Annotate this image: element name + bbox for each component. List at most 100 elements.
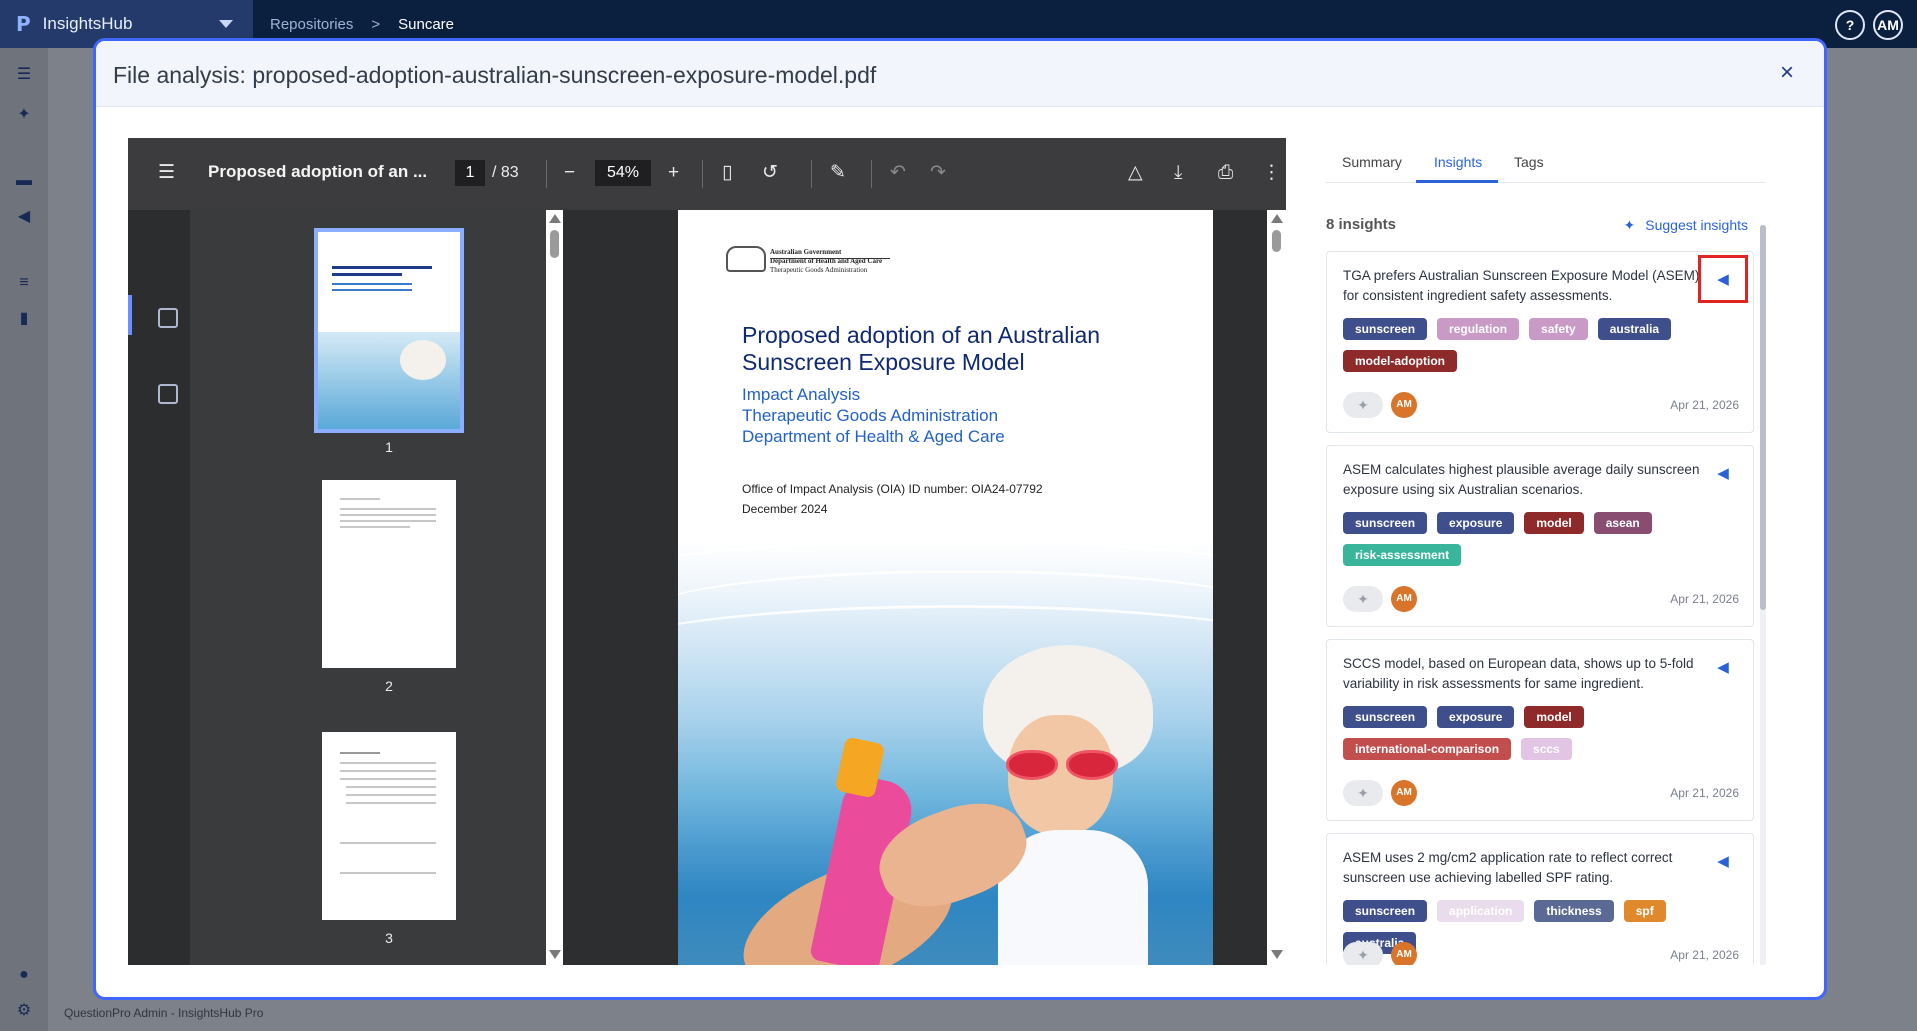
breadcrumb-current: Suncare [398,16,455,33]
undo-icon[interactable]: ↶ [890,162,906,184]
more-options-icon[interactable]: ⋮ [1262,162,1281,184]
zoom-level-input[interactable]: 54% [595,160,651,186]
thumbnail-page-3[interactable] [322,732,456,920]
account-icon[interactable]: ● [14,966,34,984]
tag[interactable]: sunscreen [1343,318,1428,340]
subtitle-2: Therapeutic Goods Administration [742,406,999,425]
thumbnail-scrollbar[interactable] [546,210,563,965]
author-avatar: AM [1391,586,1417,612]
zoom-out-icon[interactable]: − [564,162,575,184]
page-scrollbar[interactable] [1267,210,1286,965]
tag[interactable]: model-adoption [1343,350,1457,372]
gov-line-1: Australian Government [770,248,842,256]
folder-icon[interactable]: ▬ [14,172,34,190]
add-to-drive-icon[interactable]: △ [1128,162,1143,184]
page-number-input[interactable]: 1 [455,160,485,186]
tag[interactable]: sunscreen [1343,512,1428,534]
author-avatar: AM [1391,780,1417,806]
pdf-page-view: Australian Government Department of Heal… [563,210,1267,965]
tag[interactable]: australia [1597,318,1672,340]
print-icon[interactable]: ⎙ [1218,162,1233,184]
tag[interactable]: exposure [1437,706,1515,728]
document-subtitles: Impact Analysis Therapeutic Goods Admini… [742,384,1162,447]
oia-id: Office of Impact Analysis (OIA) ID numbe… [742,482,1043,496]
download-icon[interactable]: ⤓ [1174,162,1182,184]
ai-sparkle-icon[interactable]: ✦ [1343,780,1383,806]
tag[interactable]: sunscreen [1343,900,1428,922]
thumbnail-label-3: 3 [385,930,393,946]
breadcrumb-repositories[interactable]: Repositories [270,16,353,33]
bar-chart-icon[interactable]: ▮ [14,310,34,328]
tag[interactable]: spf [1623,900,1666,922]
tag[interactable]: thickness [1534,900,1614,922]
insight-tags: sunscreen exposure model international-c… [1343,706,1743,760]
tag[interactable]: safety [1529,318,1588,340]
thumbnail-label-1: 1 [385,439,393,455]
thumbnail-label-2: 2 [385,678,393,694]
page-total: / 83 [492,164,519,181]
megaphone-icon[interactable]: ◀ [1713,658,1733,676]
user-avatar[interactable]: AM [1873,10,1903,40]
tag[interactable]: application [1437,900,1525,922]
gov-header: Australian Government Department of Heal… [770,248,882,275]
sparkle-icon[interactable]: ✦ [14,106,34,124]
insight-date: Apr 21, 2026 [1670,948,1739,962]
tab-insights[interactable]: Insights [1434,154,1482,170]
insight-text: ASEM calculates highest plausible averag… [1343,462,1700,497]
help-icon[interactable]: ? [1835,10,1865,40]
tag[interactable]: sunscreen [1343,706,1428,728]
suggest-insights-label: Suggest insights [1645,217,1748,233]
pdf-page-1: Australian Government Department of Heal… [678,210,1213,965]
ai-sparkle-icon[interactable]: ✦ [1343,392,1383,418]
draw-annotation-icon[interactable]: ✎ [830,162,846,184]
thumbnail-page-1[interactable] [314,228,464,433]
settings-gear-icon[interactable]: ⚙ [14,1002,34,1020]
insight-card[interactable]: SCCS model, based on European data, show… [1326,639,1754,821]
modal-header: File analysis: proposed-adoption-austral… [96,41,1824,107]
insight-card[interactable]: ASEM uses 2 mg/cm2 application rate to r… [1326,833,1754,965]
footer-text: QuestionPro Admin - InsightsHub Pro [64,1006,264,1020]
tag[interactable]: model [1524,706,1584,728]
tag[interactable]: international-comparison [1343,738,1512,760]
tab-tags[interactable]: Tags [1514,154,1544,170]
insights-scrollbar[interactable] [1760,225,1766,965]
menu-icon[interactable]: ☰ [14,66,34,84]
megaphone-icon[interactable]: ◀ [1698,255,1748,303]
ai-sparkle-icon[interactable]: ✦ [1343,586,1383,612]
rotate-icon[interactable]: ↺ [762,162,778,184]
list-icon[interactable]: ≡ [14,274,34,292]
thumbnail-page-2[interactable] [322,480,456,668]
insight-card[interactable]: ASEM calculates highest plausible averag… [1326,445,1754,627]
tab-summary[interactable]: Summary [1342,154,1402,170]
insight-text: ASEM uses 2 mg/cm2 application rate to r… [1343,850,1673,885]
zoom-in-icon[interactable]: + [668,162,679,184]
subtitle-3: Department of Health & Aged Care [742,427,1005,446]
tag[interactable]: exposure [1437,512,1515,534]
suggest-insights-button[interactable]: ✦ Suggest insights [1624,217,1748,234]
insight-card[interactable]: TGA prefers Australian Sunscreen Exposur… [1326,251,1754,433]
tag[interactable]: asean [1593,512,1652,534]
redo-icon[interactable]: ↷ [930,162,946,184]
pdf-viewer: ☰ Proposed adoption of an ... 1 / 83 − 5… [128,138,1286,965]
sidebar-toggle-icon[interactable]: ☰ [158,162,175,184]
megaphone-icon[interactable]: ◀ [1713,464,1733,482]
ai-sparkle-icon[interactable]: ✦ [1343,942,1383,965]
megaphone-icon[interactable]: ◀ [14,208,34,226]
tag[interactable]: risk-assessment [1343,544,1462,566]
outline-view-icon[interactable] [158,384,178,404]
fit-page-icon[interactable]: ▯ [722,162,732,184]
pdf-side-panel [128,210,190,965]
chevron-down-icon[interactable] [219,20,233,28]
gov-line-3: Therapeutic Goods Administration [770,266,868,274]
left-nav-rail: ☰ ✦ ▬ ◀ ≡ ▮ ● ⚙ [0,48,48,1031]
author-avatar: AM [1391,942,1417,965]
active-indicator [128,295,132,335]
tag[interactable]: regulation [1437,318,1520,340]
tag[interactable]: model [1524,512,1584,534]
sparkle-icon: ✦ [1623,217,1636,233]
tag[interactable]: sccs [1521,738,1572,760]
breadcrumb-separator: > [371,16,381,33]
megaphone-icon[interactable]: ◀ [1713,852,1733,870]
thumbnail-view-icon[interactable] [158,308,178,328]
close-icon[interactable]: × [1780,59,1794,87]
